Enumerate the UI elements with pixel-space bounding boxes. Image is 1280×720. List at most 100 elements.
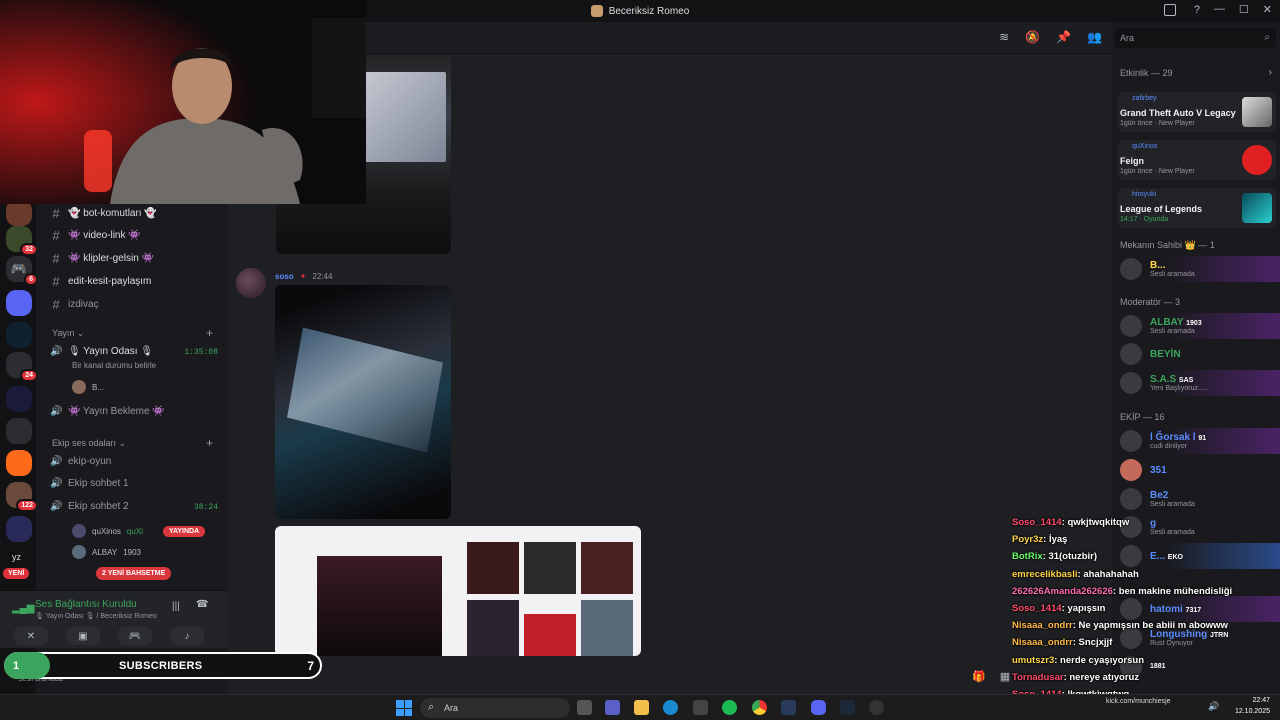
member-item[interactable]: S.A.S SAS Yeni Başlıyoruz..... <box>1118 370 1280 396</box>
chevron-right-icon[interactable]: › <box>1269 67 1272 78</box>
soundboard-button[interactable]: ♪ <box>170 627 204 645</box>
voice-user[interactable]: B... <box>72 380 104 394</box>
avatar <box>1120 488 1142 510</box>
server-item[interactable] <box>6 322 32 348</box>
new-mentions-button[interactable]: 2 YENİ BAHSETME <box>96 567 172 580</box>
new-badge[interactable]: YENİ <box>3 568 30 579</box>
hash-icon: # <box>52 274 60 289</box>
disconnect-icon[interactable]: ☎ <box>196 599 208 610</box>
mute-icon[interactable]: 🔕 <box>1025 30 1040 44</box>
activity-card[interactable]: hiroyuki League of Legends 14:17 · Oyund… <box>1118 188 1276 228</box>
chat-username[interactable]: Soso_1414 <box>1012 603 1062 614</box>
start-icon[interactable] <box>396 700 412 716</box>
category-yayin[interactable]: Yayın ⌄ + <box>52 326 213 340</box>
explorer-icon[interactable] <box>634 700 649 715</box>
channel-video-link[interactable]: # 👾 video-link 👾 <box>50 228 140 243</box>
help-icon[interactable]: ? <box>1194 4 1200 16</box>
channel-bot-komutlari[interactable]: # 👻 bot-komutları 👻 <box>50 206 156 221</box>
author-name[interactable]: soso <box>275 272 294 281</box>
message-image[interactable] <box>275 285 451 519</box>
chat-text: İyaş <box>1048 534 1068 546</box>
voice-channel-yayin-bekleme[interactable]: 🔊 👾 Yayın Bekleme 👾 <box>50 406 165 417</box>
chat-username[interactable]: Soso_1414 <box>1012 517 1062 528</box>
channel-izdivac[interactable]: # izdivaç <box>50 297 99 312</box>
channel-klipler-gelsin[interactable]: # 👾 klipler-gelsin 👾 <box>50 251 154 266</box>
member-item[interactable]: l Ğorsak l 91 cudi dinliyor <box>1118 428 1280 454</box>
chat-username[interactable]: umutszr3 <box>1012 655 1054 666</box>
activity-card[interactable]: quXinos Feign 1gün önce · New Player <box>1118 140 1276 180</box>
voice-channel-ekip-sohbet-2[interactable]: 🔊 Ekip sohbet 2 <box>50 501 129 512</box>
channel-label: izdivaç <box>68 299 99 310</box>
server-item[interactable]: 24 <box>6 352 38 382</box>
steam-icon[interactable] <box>840 700 855 715</box>
server-item[interactable] <box>6 450 32 476</box>
gift-icon[interactable]: 🎁 <box>972 670 986 683</box>
channel-edit-kesit[interactable]: # edit-kesit-paylaşım <box>50 274 151 289</box>
chat-username[interactable]: Nisaaa_ondrr <box>1012 637 1073 648</box>
screen-share-button[interactable]: ▣ <box>66 627 100 645</box>
voice-channel-yayin-odasi[interactable]: 🔊 🎙 Yayın Odası 🎙 <box>50 346 153 357</box>
volume-icon[interactable]: 🔊 <box>1208 701 1219 712</box>
speaker-icon: 🔊 <box>50 478 63 489</box>
task-view-icon[interactable] <box>577 700 592 715</box>
camera-button[interactable]: ✕ <box>14 627 48 645</box>
members-icon[interactable]: 👥 <box>1087 30 1102 44</box>
chat-text: 31(otuzbir) <box>1048 551 1097 563</box>
activity-card[interactable]: zafirbey Grand Theft Auto V Legacy 1gün … <box>1118 92 1276 132</box>
activity-status: 1gün önce · New Player <box>1120 120 1195 127</box>
edge-icon[interactable] <box>663 700 678 715</box>
add-channel-icon[interactable]: + <box>206 436 213 450</box>
add-channel-icon[interactable]: + <box>206 326 213 340</box>
avatar[interactable] <box>236 268 266 298</box>
taskbar-search[interactable]: ⌕ Ara <box>420 698 570 718</box>
server-item[interactable]: 122 <box>6 482 38 512</box>
chat-username[interactable]: 262626Amanda262626 <box>1012 586 1113 597</box>
server-item[interactable] <box>6 290 32 316</box>
member-tag: 91 <box>1198 434 1207 442</box>
discord-icon[interactable] <box>811 700 826 715</box>
spotify-icon[interactable] <box>722 700 737 715</box>
minimize-button[interactable]: — <box>1214 3 1225 16</box>
channel-status[interactable]: Bir kanal durumu belirle <box>72 361 156 370</box>
store-icon[interactable] <box>693 700 708 715</box>
gif-icon[interactable]: ▦ <box>1000 670 1010 683</box>
close-button[interactable]: ✕ <box>1263 3 1272 16</box>
system-clock[interactable]: 22:47 12.10.2025 <box>1235 695 1270 717</box>
avatar <box>72 545 86 559</box>
activity-button[interactable]: 🎮 <box>118 627 152 645</box>
message-image[interactable] <box>275 526 641 656</box>
voice-connected-label[interactable]: Ses Bağlantısı Kuruldu <box>35 599 137 610</box>
server-item[interactable] <box>6 418 32 444</box>
server-item[interactable]: 32 <box>6 226 38 256</box>
obs-icon[interactable] <box>869 700 884 715</box>
maximize-button[interactable]: ☐ <box>1239 3 1249 16</box>
chrome-icon[interactable] <box>752 700 767 715</box>
app-icon[interactable] <box>781 700 796 715</box>
voice-channel-ekip-sohbet-1[interactable]: 🔊 Ekip sohbet 1 <box>50 478 129 489</box>
server-label[interactable]: yz <box>12 552 21 562</box>
threads-icon[interactable]: ≋ <box>999 30 1009 44</box>
member-item[interactable]: BEYİN <box>1118 341 1280 367</box>
noise-icon[interactable]: ||| <box>172 601 180 612</box>
chat-username[interactable]: Tornadusar <box>1012 672 1064 683</box>
member-item[interactable]: B... Sesli aramada <box>1118 256 1280 282</box>
chat-username[interactable]: emrecelikbasli <box>1012 569 1078 580</box>
inbox-icon[interactable] <box>1163 4 1176 16</box>
chat-username[interactable]: Nisaaa_ondrr <box>1012 620 1073 631</box>
voice-user[interactable]: ALBAY 1903 <box>72 545 141 559</box>
member-item[interactable]: ALBAY 1903 Sesli aramada <box>1118 313 1280 339</box>
activity-status: 1gün önce · New Player <box>1120 168 1195 175</box>
member-item[interactable]: Be2 Sesli aramada <box>1118 486 1280 512</box>
server-item[interactable] <box>6 386 32 412</box>
voice-channel-ekip-oyun[interactable]: 🔊 ekip-oyun <box>50 456 111 467</box>
chat-username[interactable]: BotRix <box>1012 551 1043 562</box>
gamepad-icon[interactable]: 🎮 6 <box>6 256 38 286</box>
voice-user[interactable]: quXinos quXi YAYINDA <box>72 524 206 538</box>
category-ekip[interactable]: Ekip ses odaları ⌄ + <box>52 436 213 450</box>
teams-icon[interactable] <box>605 700 620 715</box>
member-item[interactable]: 351 <box>1118 457 1280 483</box>
server-item[interactable] <box>6 516 32 542</box>
pin-icon[interactable]: 📌 <box>1056 30 1071 44</box>
chat-username[interactable]: Poyr3z <box>1012 534 1043 545</box>
search-input[interactable]: Ara ⌕ <box>1114 28 1276 48</box>
